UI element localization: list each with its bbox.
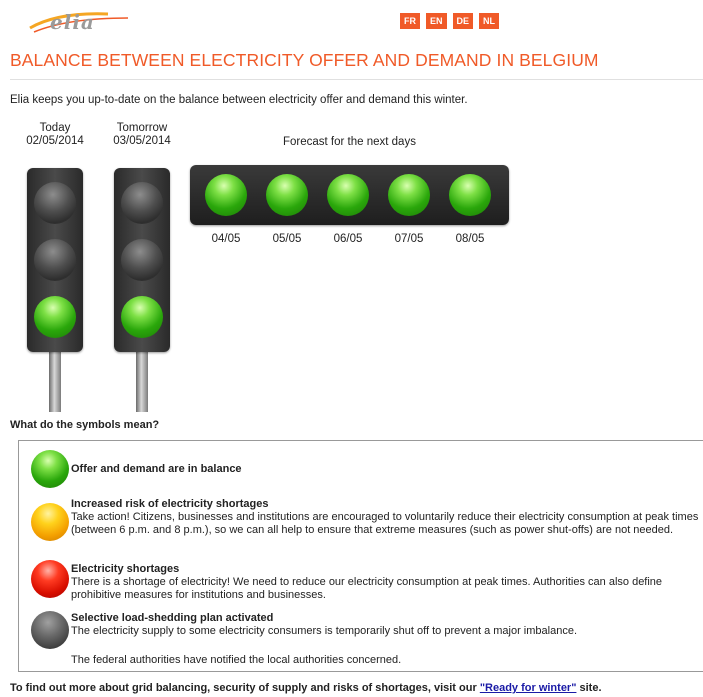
- today-pole: [49, 348, 61, 412]
- lang-en[interactable]: EN: [426, 13, 447, 29]
- footer-prefix: To find out more about grid balancing, s…: [10, 682, 480, 694]
- legend-heading: What do the symbols mean?: [10, 419, 160, 431]
- forecast-day3-light-icon: [327, 174, 369, 216]
- tomorrow-middle-light-icon: [121, 239, 163, 281]
- legend-item-risk-text: Take action! Citizens, businesses and in…: [71, 511, 699, 536]
- legend-item-risk: Increased risk of electricity shortages …: [71, 498, 703, 537]
- lang-de[interactable]: DE: [452, 13, 474, 29]
- elia-logo[interactable]: elia: [28, 8, 138, 36]
- ready-for-winter-link[interactable]: "Ready for winter": [480, 682, 577, 694]
- forecast-day1-date: 04/05: [211, 233, 241, 245]
- legend-note: The federal authorities have notified th…: [71, 654, 402, 666]
- footer-text: To find out more about grid balancing, s…: [10, 682, 602, 694]
- legend-item-balance-title: Offer and demand are in balance: [71, 463, 242, 475]
- legend-item-shortage: Electricity shortages There is a shortag…: [71, 563, 703, 602]
- today-bottom-light-icon: [34, 296, 76, 338]
- legend-amber-light-icon: [31, 503, 69, 541]
- lang-fr[interactable]: FR: [400, 13, 420, 29]
- page-title: BALANCE BETWEEN ELECTRICITY OFFER AND DE…: [10, 50, 599, 70]
- forecast-day2-date: 05/05: [272, 233, 302, 245]
- forecast-title: Forecast for the next days: [283, 136, 416, 148]
- legend-box: Offer and demand are in balance Increase…: [18, 440, 703, 672]
- lang-nl[interactable]: NL: [479, 13, 500, 29]
- forecast-panel: [190, 165, 509, 225]
- legend-item-loadshedding-title: Selective load-shedding plan activated: [71, 612, 274, 624]
- tomorrow-traffic-light: [114, 168, 170, 352]
- legend-item-shortage-text: There is a shortage of electricity! We n…: [71, 576, 663, 601]
- today-top-light-icon: [34, 182, 76, 224]
- tomorrow-label: Tomorrow: [116, 122, 168, 134]
- forecast-day4-date: 07/05: [394, 233, 424, 245]
- tomorrow-bottom-light-icon: [121, 296, 163, 338]
- logo-text: elia: [50, 10, 95, 34]
- legend-item-shortage-title: Electricity shortages: [71, 563, 180, 575]
- forecast-day5-date: 08/05: [455, 233, 485, 245]
- title-divider: [10, 79, 703, 80]
- language-selector: FR EN DE NL: [400, 13, 500, 29]
- today-traffic-light: [27, 168, 83, 352]
- tomorrow-date: 03/05/2014: [113, 135, 171, 147]
- footer-suffix: site.: [576, 682, 602, 694]
- today-label-group: Today 02/05/2014: [22, 122, 88, 148]
- legend-item-risk-title: Increased risk of electricity shortages: [71, 498, 269, 510]
- tomorrow-label-group: Tomorrow 03/05/2014: [105, 122, 179, 148]
- intro-text: Elia keeps you up-to-date on the balance…: [10, 94, 468, 106]
- forecast-day3-date: 06/05: [333, 233, 363, 245]
- legend-red-light-icon: [31, 560, 69, 598]
- forecast-day2-light-icon: [266, 174, 308, 216]
- forecast-day5-light-icon: [449, 174, 491, 216]
- forecast-day1-light-icon: [205, 174, 247, 216]
- tomorrow-top-light-icon: [121, 182, 163, 224]
- legend-item-balance: Offer and demand are in balance: [71, 463, 703, 476]
- legend-item-loadshedding: Selective load-shedding plan activated T…: [71, 612, 703, 638]
- legend-green-light-icon: [31, 450, 69, 488]
- tomorrow-pole: [136, 348, 148, 412]
- legend-item-loadshedding-text: The electricity supply to some electrici…: [71, 625, 577, 637]
- today-middle-light-icon: [34, 239, 76, 281]
- today-label: Today: [39, 122, 71, 134]
- forecast-day4-light-icon: [388, 174, 430, 216]
- legend-grey-light-icon: [31, 611, 69, 649]
- today-date: 02/05/2014: [26, 135, 84, 147]
